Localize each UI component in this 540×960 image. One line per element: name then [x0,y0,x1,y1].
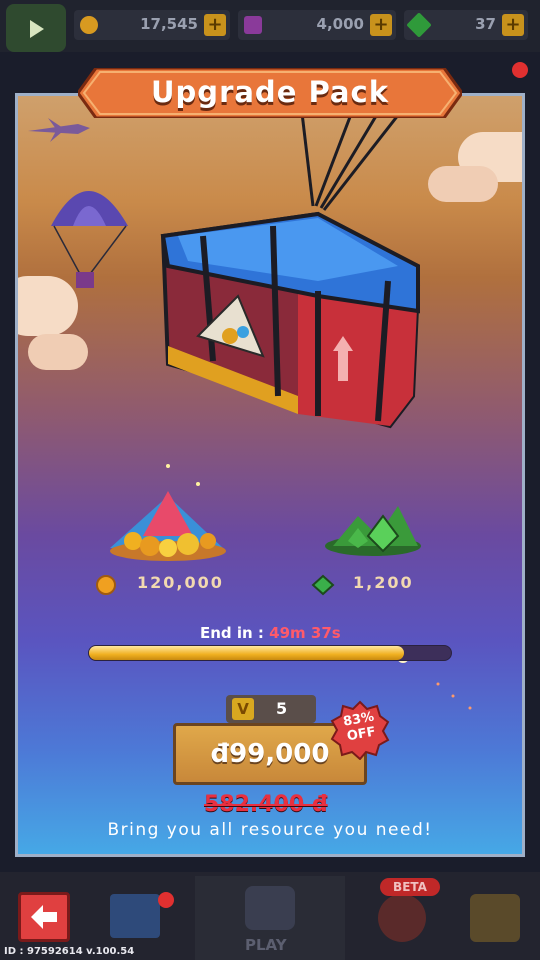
notification-dot [158,892,174,908]
gem-reward-amount: 1,200 [353,573,414,592]
back-button[interactable] [18,892,70,942]
coin-counter[interactable]: 17,545 + [74,10,230,40]
ticket-amount: 4,000 [316,15,364,33]
ticket-counter[interactable]: 4,000 + [238,10,396,40]
notification-dot [512,62,528,78]
supply-crate-icon [160,211,421,429]
airplane-icon [28,118,90,142]
shield-icon[interactable] [378,894,426,942]
coin-icon [96,575,116,595]
dialog-title: Upgrade Pack [151,75,389,109]
add-gems-button[interactable]: + [502,14,524,36]
end-timer: End in : 49m 37s [200,624,341,642]
original-price: 582.400 đ [204,792,328,817]
ticket-icon [244,16,262,34]
gem-icon [406,12,432,38]
title-banner: Upgrade Pack [78,68,462,118]
player-avatar[interactable] [6,4,66,52]
play-label: PLAY [245,936,287,954]
parachute-icon [51,191,128,288]
timer-progress-fill [89,646,404,660]
add-coins-button[interactable]: + [204,14,226,36]
coin-icon [80,16,98,34]
timer-progress-bar [88,645,452,661]
trophy-icon[interactable] [470,894,520,942]
coin-reward-amount: 120,000 [137,573,224,592]
gem-counter[interactable]: 37 + [404,10,528,40]
top-currency-bar: 17,545 + 4,000 + 37 + [0,0,540,52]
gem-amount: 37 [475,15,496,33]
ship-icon [245,886,295,930]
gem-pile-icon [325,506,421,556]
build-id: ID : 97592614 v.100.54 [4,946,135,957]
coin-amount: 17,545 [140,15,198,33]
beta-badge: BETA [380,878,440,896]
vip-icon: V [232,698,254,720]
end-label: End in : [200,624,264,642]
gem-icon [311,574,335,596]
arrow-left-icon [31,905,57,929]
tagline: Bring you all resource you need! [107,820,433,840]
add-tickets-button[interactable]: + [370,14,392,36]
vip-points-badge: V 5 [226,695,316,723]
end-time: 49m 37s [269,624,341,642]
vip-level: 5 [276,699,288,718]
chest-icon[interactable] [110,894,160,938]
coin-pile-icon [110,464,226,561]
